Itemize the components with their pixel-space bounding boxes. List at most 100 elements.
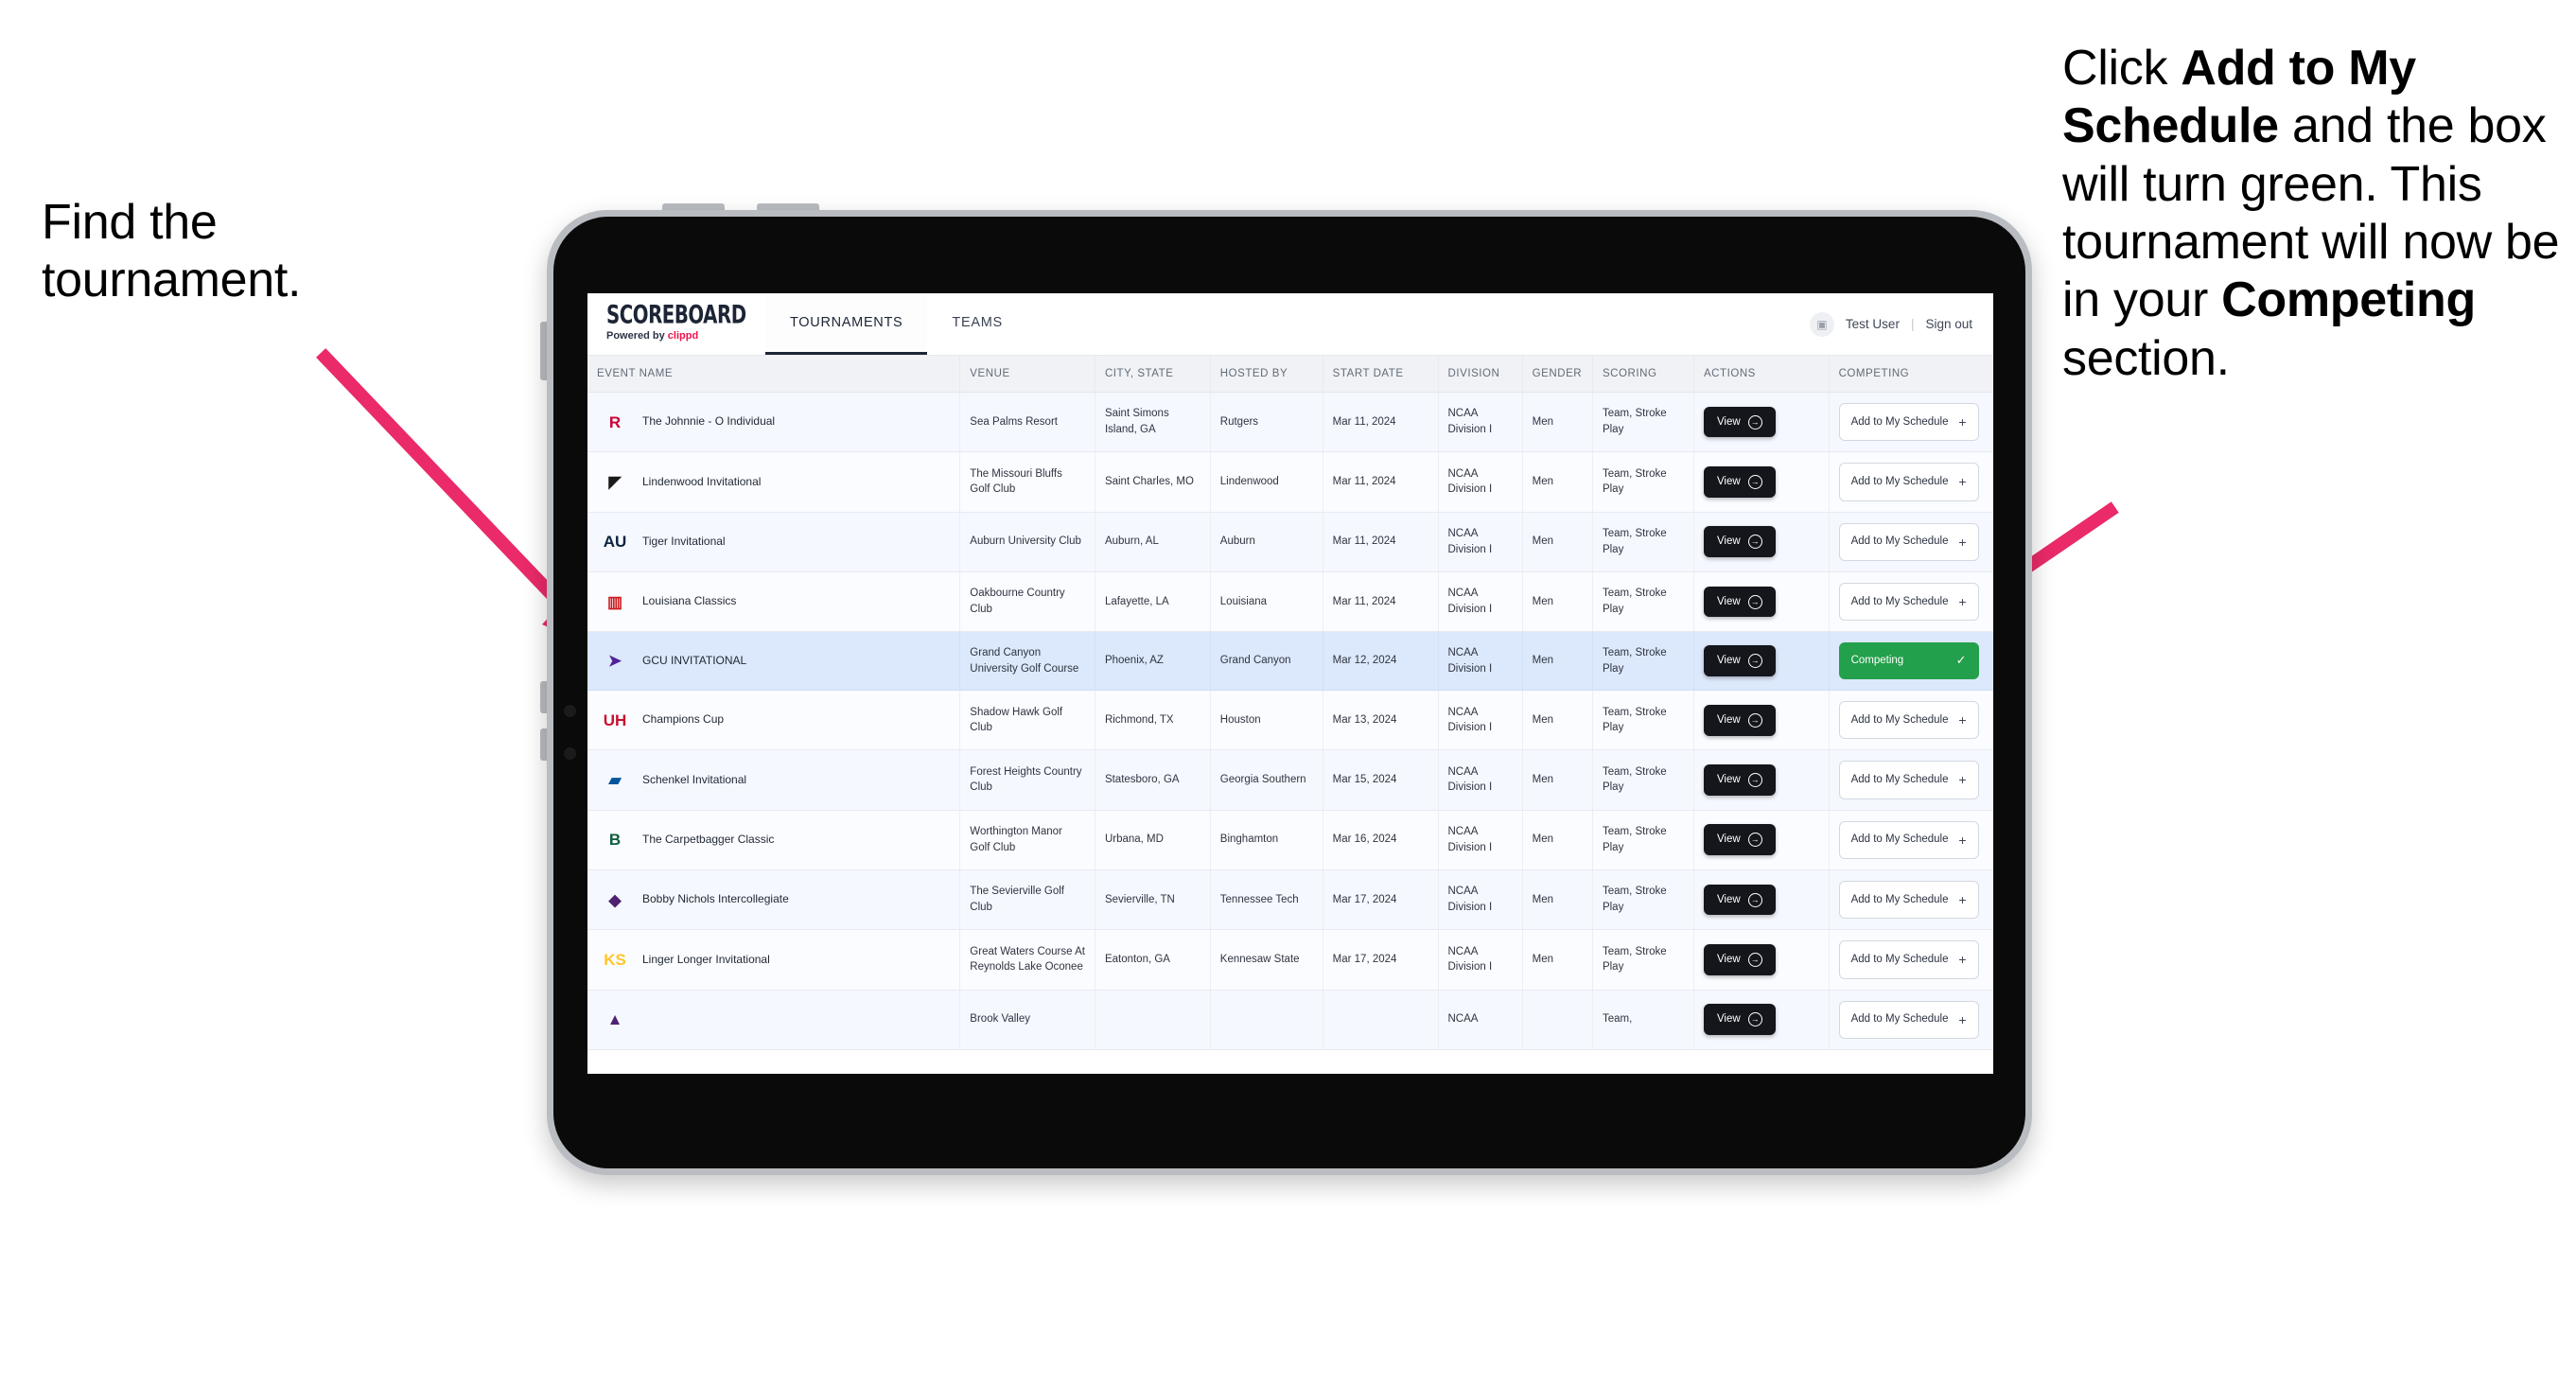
user-name-label: Test User — [1845, 317, 1900, 331]
table-row[interactable]: B The Carpetbagger Classic Worthington Man… — [587, 810, 1993, 870]
add-to-my-schedule-label: Add to My Schedule — [1850, 893, 1949, 905]
cell-gender: Men — [1522, 810, 1593, 870]
table-row[interactable]: ▥ Louisiana Classics Oakbourne Country Clu… — [587, 571, 1993, 633]
add-to-my-schedule-button[interactable]: Add to My Schedule + — [1838, 582, 1979, 622]
column-header-scoring[interactable]: SCORING — [1592, 356, 1694, 393]
cell-scoring: Team, Stroke Play — [1592, 631, 1694, 692]
cell-division: NCAA Division I — [1438, 392, 1523, 453]
rutgers-logo: R — [608, 412, 622, 431]
table-row[interactable]: ◤ Lindenwood Invitational The Missouri Blu… — [587, 451, 1993, 513]
column-header-competing[interactable]: COMPETING — [1829, 356, 1993, 393]
plus-icon: + — [1958, 952, 1967, 968]
column-header-start-date[interactable]: START DATE — [1323, 356, 1439, 393]
app-logo[interactable]: SCOREBOARD Powered by clippd — [587, 293, 746, 355]
cell-start-date: Mar 11, 2024 — [1323, 571, 1439, 633]
view-button-label: View — [1716, 833, 1741, 846]
cell-competing: Add to My Schedule + — [1829, 392, 1993, 453]
add-to-my-schedule-button[interactable]: Add to My Schedule + — [1838, 403, 1979, 442]
view-button[interactable]: View → — [1703, 466, 1776, 498]
view-button[interactable]: View → — [1703, 884, 1776, 916]
kennesaw-state-owls-logo: KS — [604, 950, 626, 969]
arrow-circle-right-icon: → — [1747, 1012, 1762, 1027]
cell-venue: The Sevierville Golf Club — [959, 869, 1095, 931]
table-row[interactable]: ▲ Brook Valley NCAA Team, View → Add to My Sch… — [587, 990, 1993, 1050]
cell-event-name: ▰ Schenkel Invitational — [587, 749, 961, 811]
view-button-label: View — [1716, 476, 1741, 488]
add-to-my-schedule-button[interactable]: Add to My Schedule + — [1838, 1000, 1979, 1039]
table-row[interactable]: UH Champions Cup Shadow Hawk Golf Club Rich… — [587, 690, 1993, 751]
cell-venue: Worthington Manor Golf Club — [959, 810, 1095, 870]
view-button[interactable]: View → — [1703, 586, 1776, 618]
plus-icon: + — [1958, 832, 1967, 848]
add-to-my-schedule-button[interactable]: Add to My Schedule + — [1838, 880, 1979, 920]
cell-division: NCAA Division I — [1438, 929, 1523, 991]
cell-gender: Men — [1522, 512, 1593, 572]
sign-out-link[interactable]: Sign out — [1925, 317, 1972, 331]
column-header-event-name[interactable]: EVENT NAME — [587, 356, 961, 393]
tournaments-table-scroll[interactable]: EVENT NAME VENUE CITY, STATE HOSTED BY S… — [587, 356, 1993, 1074]
header-user-area: ▣ Test User | Sign out — [1809, 293, 1993, 355]
cell-start-date: Mar 11, 2024 — [1323, 451, 1439, 513]
add-to-my-schedule-button[interactable]: Add to My Schedule + — [1838, 522, 1979, 561]
cell-city-state — [1095, 990, 1211, 1050]
view-button[interactable]: View → — [1703, 526, 1776, 558]
cell-gender — [1522, 990, 1593, 1050]
table-row[interactable]: AU Tiger Invitational Auburn University Cl… — [587, 512, 1993, 572]
view-button-label: View — [1716, 595, 1741, 607]
view-button[interactable]: View → — [1703, 704, 1776, 736]
grand-canyon-lopes-logo: ➤ — [607, 652, 622, 671]
view-button[interactable]: View → — [1703, 824, 1776, 856]
add-to-my-schedule-button[interactable]: Add to My Schedule + — [1838, 701, 1979, 740]
cell-gender: Men — [1522, 749, 1593, 811]
column-header-actions[interactable]: ACTIONS — [1693, 356, 1830, 393]
competing-button[interactable]: Competing ✓ — [1838, 642, 1979, 680]
plus-icon: + — [1958, 712, 1967, 728]
annotation-find-tournament: Find the tournament. — [42, 194, 448, 310]
cell-event-name: B The Carpetbagger Classic — [587, 810, 961, 870]
cell-competing: Add to My Schedule + — [1829, 869, 1993, 931]
table-row[interactable]: KS Linger Longer Invitational Great Waters… — [587, 929, 1993, 991]
auburn-logo: AU — [603, 533, 627, 552]
add-to-my-schedule-button[interactable]: Add to My Schedule + — [1838, 820, 1979, 859]
add-to-my-schedule-button[interactable]: Add to My Schedule + — [1838, 940, 1979, 979]
plus-icon: + — [1958, 1011, 1967, 1027]
event-name-label: GCU INVITATIONAL — [642, 653, 747, 667]
view-button[interactable]: View → — [1703, 406, 1776, 438]
tab-teams[interactable]: TEAMS — [927, 293, 1026, 355]
cell-venue: Great Waters Course At Reynolds Lake Oco… — [959, 929, 1095, 991]
cell-event-name: UH Champions Cup — [587, 690, 961, 751]
annotation-right-part3: section. — [2062, 330, 2230, 386]
view-button[interactable]: View → — [1703, 764, 1776, 796]
tab-tournaments[interactable]: TOURNAMENTS — [765, 293, 928, 355]
cell-city-state: Eatonton, GA — [1095, 929, 1211, 991]
plus-icon: + — [1958, 474, 1967, 490]
column-header-division[interactable]: DIVISION — [1438, 356, 1523, 393]
cell-division: NCAA Division I — [1438, 512, 1523, 572]
column-header-city-state[interactable]: CITY, STATE — [1095, 356, 1211, 393]
cell-scoring: Team, Stroke Play — [1592, 690, 1694, 751]
cell-venue: Oakbourne Country Club — [959, 571, 1095, 633]
view-button[interactable]: View → — [1703, 645, 1776, 676]
cell-start-date: Mar 17, 2024 — [1323, 929, 1439, 991]
add-to-my-schedule-button[interactable]: Add to My Schedule + — [1838, 463, 1979, 501]
cell-city-state: Auburn, AL — [1095, 512, 1211, 572]
cell-venue: Grand Canyon University Golf Course — [959, 631, 1095, 692]
plus-icon: + — [1958, 534, 1967, 550]
cell-competing: Add to My Schedule + — [1829, 749, 1993, 811]
view-button[interactable]: View → — [1703, 1004, 1776, 1035]
column-header-gender[interactable]: GENDER — [1522, 356, 1593, 393]
plus-icon: + — [1958, 891, 1967, 907]
table-row[interactable]: ➤ GCU INVITATIONAL Grand Canyon University… — [587, 631, 1993, 692]
column-header-hosted-by[interactable]: HOSTED BY — [1210, 356, 1323, 393]
cell-division: NCAA Division I — [1438, 690, 1523, 751]
table-row[interactable]: ◆ Bobby Nichols Intercollegiate The Sevier… — [587, 869, 1993, 931]
column-header-venue[interactable]: VENUE — [959, 356, 1095, 393]
event-name-label: Schenkel Invitational — [642, 772, 747, 786]
table-row[interactable]: R The Johnnie - O Individual Sea Palms Res… — [587, 392, 1993, 453]
add-to-my-schedule-button[interactable]: Add to My Schedule + — [1838, 761, 1979, 799]
table-row[interactable]: ▰ Schenkel Invitational Forest Heights Cou… — [587, 749, 1993, 811]
view-button[interactable]: View → — [1703, 944, 1776, 975]
cell-hosted-by: Lindenwood — [1210, 451, 1323, 513]
cell-competing: Add to My Schedule + — [1829, 929, 1993, 991]
user-avatar-icon[interactable]: ▣ — [1809, 311, 1834, 337]
